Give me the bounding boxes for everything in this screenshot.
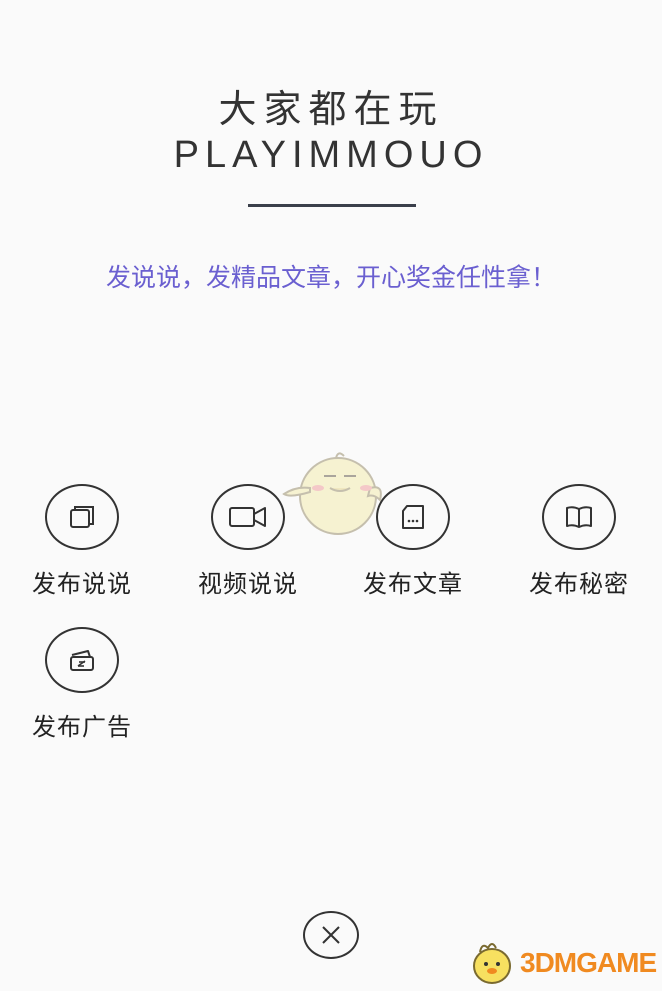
document-icon-circle (376, 484, 450, 550)
publish-article-button[interactable]: 发布文章 (348, 484, 478, 599)
book-icon-circle (542, 484, 616, 550)
page-title-chinese: 大家都在玩 (218, 87, 444, 131)
promo-slogan: 发说说，发精品文章，开心奖金任性拿！ (105, 263, 556, 292)
video-post-label: 视频说说 (198, 570, 298, 598)
ticket-icon (70, 650, 94, 671)
close-button[interactable] (303, 911, 359, 959)
watermark-mascot-icon (473, 943, 511, 984)
video-post-button[interactable]: 视频说说 (183, 484, 313, 599)
publish-secret-button[interactable]: 发布秘密 (514, 484, 644, 599)
publish-article-label: 发布文章 (363, 570, 463, 598)
page-title-english: PLAYIMMOUO (173, 134, 489, 176)
ticket-icon-circle (45, 627, 119, 693)
document-icon (402, 505, 424, 529)
cards-icon (70, 506, 94, 528)
open-book-icon (566, 506, 592, 528)
video-camera-icon (229, 507, 266, 527)
publish-ad-button[interactable]: 发布广告 (17, 627, 147, 742)
publish-post-button[interactable]: 发布说说 (17, 484, 147, 599)
watermark-text: 3DMGAME (520, 947, 657, 978)
publish-ad-label: 发布广告 (32, 713, 132, 741)
publish-post-label: 发布说说 (32, 570, 132, 598)
close-icon (322, 926, 340, 944)
cards-icon-circle (45, 484, 119, 550)
title-divider (248, 204, 416, 207)
site-watermark: 3DMGAME (468, 938, 658, 988)
video-icon-circle (211, 484, 285, 550)
publish-secret-label: 发布秘密 (529, 570, 629, 598)
